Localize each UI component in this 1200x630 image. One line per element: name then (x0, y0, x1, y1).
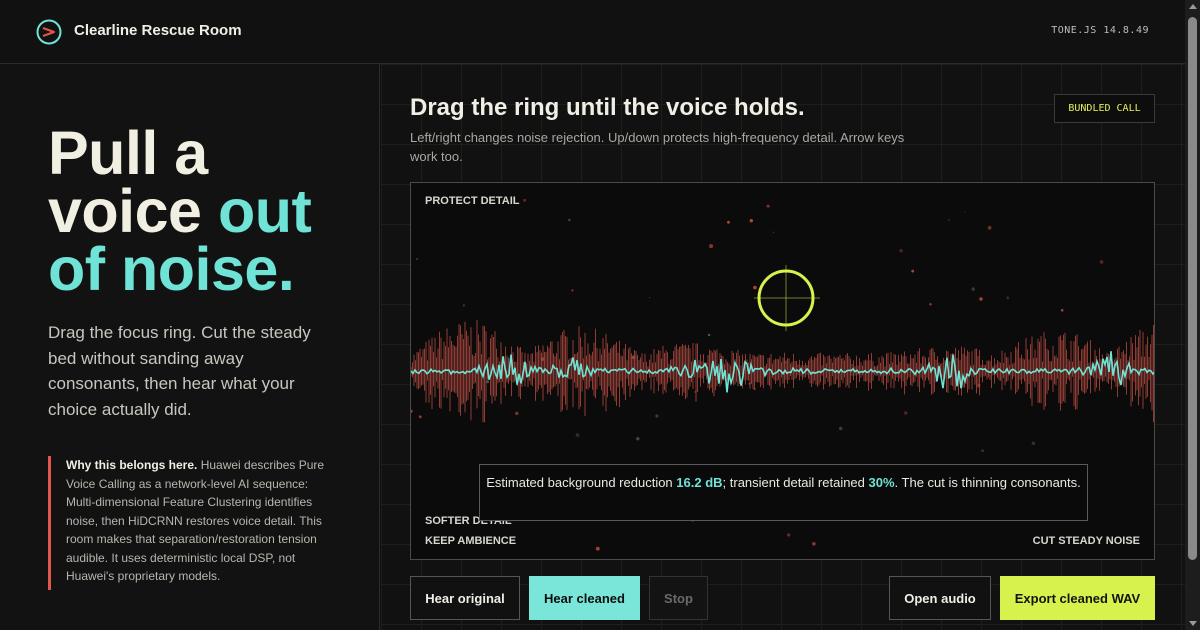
retained-value: 30% (868, 475, 895, 490)
focus-ring[interactable] (754, 265, 820, 331)
noise-particle (486, 380, 490, 384)
noise-particle (1031, 441, 1036, 446)
focus-pad[interactable]: PROTECT DETAIL SOFTER DETAIL KEEP AMBIEN… (410, 182, 1155, 560)
noise-particle (1015, 346, 1017, 349)
noise-particle (595, 546, 600, 551)
noise-particle (571, 289, 574, 292)
source-badge: BUNDLED CALL (1054, 94, 1155, 123)
noise-particle (1099, 260, 1104, 264)
stop-button[interactable]: Stop (649, 576, 708, 620)
callout-body: Huawei describes Pure Voice Calling as a… (66, 458, 325, 583)
noise-particle (964, 211, 966, 213)
noise-particle (568, 218, 571, 222)
noise-particle (1060, 309, 1064, 312)
noise-particle (812, 542, 816, 546)
hero-heading: Pull a voice out of noise. (48, 119, 312, 303)
axis-label-protect-detail: PROTECT DETAIL (425, 195, 520, 207)
noise-particle (971, 287, 975, 291)
noise-particle (911, 269, 915, 273)
noise-particle (929, 303, 932, 306)
chevron-right-circle-icon (36, 19, 62, 45)
scroll-down-arrow-icon[interactable] (1189, 621, 1197, 626)
noise-particle (515, 411, 519, 416)
noise-particle (787, 533, 791, 537)
noise-particle (655, 414, 659, 418)
scroll-up-arrow-icon[interactable] (1189, 4, 1197, 9)
estimate-readout: Estimated background reduction 16.2 dB; … (479, 464, 1088, 521)
noise-particle (636, 437, 640, 441)
noise-particle (1006, 296, 1010, 300)
axis-label-cut-steady-noise: CUT STEADY NOISE (1032, 535, 1140, 547)
hero-line-2: voice out (48, 177, 312, 245)
hero-line-1: Pull a (48, 119, 208, 187)
noise-particle (981, 449, 984, 453)
callout-heading: Why this belongs here. (66, 458, 198, 472)
noise-particle (462, 304, 465, 307)
reduction-value: 16.2 dB (676, 475, 723, 490)
noise-particle (979, 297, 983, 301)
noise-particle (416, 257, 419, 261)
export-wav-button[interactable]: Export cleaned WAV (1000, 576, 1155, 620)
noise-particle (987, 225, 992, 230)
hero-line-3: of noise. (48, 235, 295, 303)
hero-description: Drag the focus ring. Cut the steady bed … (48, 323, 311, 419)
panel-instructions: Left/right changes noise rejection. Up/d… (410, 130, 905, 164)
noise-particle (899, 249, 903, 253)
app-title: Clearline Rescue Room (74, 22, 242, 39)
workspace-panel: Drag the ring until the voice holds. Lef… (381, 64, 1185, 630)
noise-particle (727, 220, 730, 224)
hear-cleaned-button[interactable]: Hear cleaned (529, 576, 640, 620)
noise-particle (649, 297, 651, 299)
noise-particle (709, 244, 714, 249)
version-label: TONE.JS 14.8.49 (1051, 25, 1149, 36)
noise-particle (749, 219, 753, 223)
noise-particle (707, 333, 711, 337)
noise-particle (575, 433, 580, 437)
noise-particle (766, 204, 770, 208)
scroll-thumb[interactable] (1188, 17, 1197, 560)
noise-particle (411, 409, 413, 413)
context-callout: Why this belongs here. Huawei describes … (48, 456, 338, 590)
noise-particle (523, 198, 527, 202)
noise-particle (753, 285, 757, 290)
noise-particle (418, 415, 422, 419)
noise-particle (948, 219, 950, 221)
app-header: Clearline Rescue Room TONE.JS 14.8.49 (0, 0, 1185, 64)
noise-particle (772, 231, 775, 234)
noise-particle (904, 411, 908, 415)
noise-particle (839, 426, 843, 431)
open-audio-button[interactable]: Open audio (889, 576, 991, 620)
hear-original-button[interactable]: Hear original (410, 576, 520, 620)
panel-title: Drag the ring until the voice holds. (410, 94, 805, 121)
intro-column: Pull a voice out of noise. Drag the focu… (0, 64, 380, 630)
axis-label-keep-ambience: KEEP AMBIENCE (425, 535, 517, 547)
page-scrollbar[interactable] (1185, 0, 1200, 630)
